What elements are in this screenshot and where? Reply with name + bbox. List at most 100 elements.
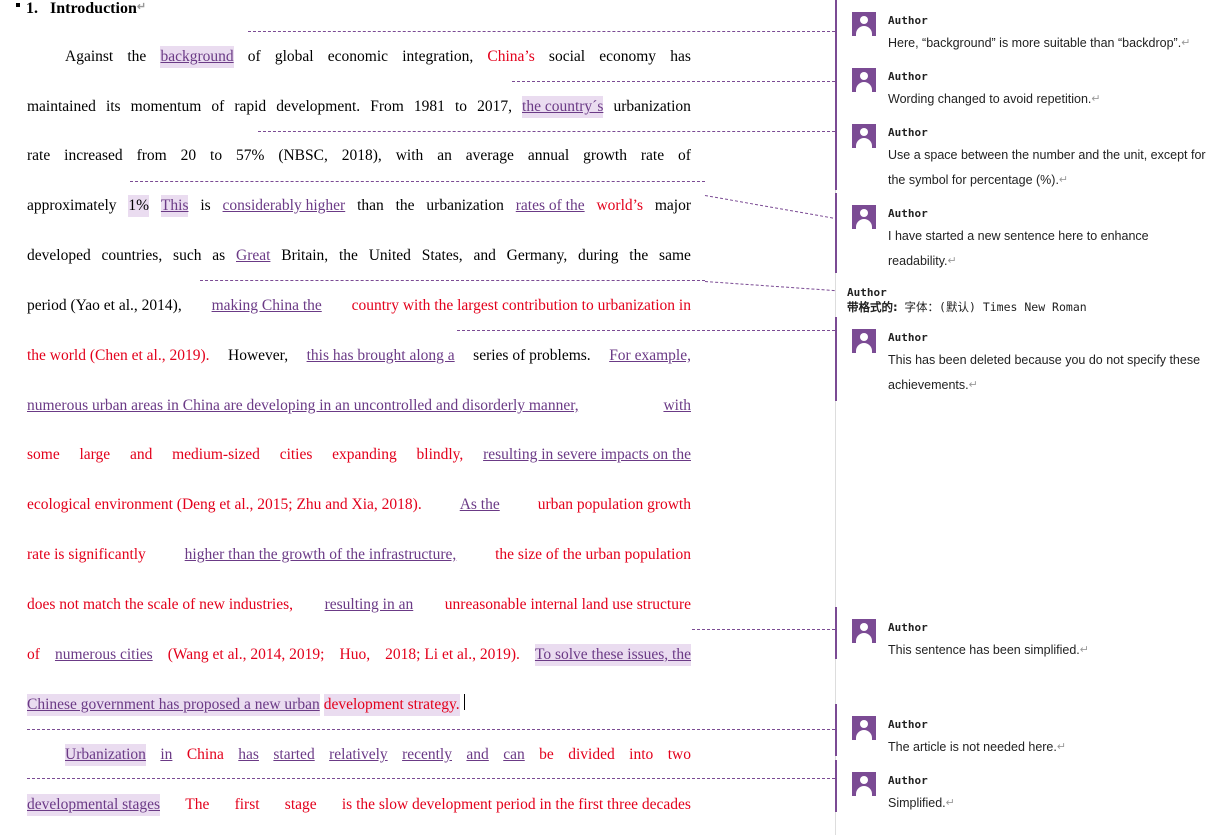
comment-connector [130, 181, 705, 182]
word: United [368, 247, 411, 264]
word: to [210, 147, 223, 164]
word: global [274, 48, 314, 65]
word: of [211, 98, 225, 115]
word: rate is significantly [27, 546, 146, 563]
word: rates of the [515, 197, 585, 214]
comment-bar [835, 704, 837, 756]
comment-balloon[interactable]: Author Here, “background” is more suitab… [835, 0, 1212, 56]
word: the world (Chen et al., 2019). [27, 347, 210, 364]
word: is [200, 197, 211, 214]
word: numerous cities [54, 646, 153, 663]
comment-balloon[interactable]: Author The article is not needed here. ↵ [835, 704, 1212, 756]
word: as [212, 247, 226, 264]
word: developed [27, 247, 91, 264]
text-line: period (Yao et al., 2014), making China t… [27, 295, 691, 317]
word: has [670, 48, 691, 65]
comment-text: Use a space between the number and the u… [888, 148, 1206, 187]
word: the [338, 247, 358, 264]
word: From [370, 98, 404, 115]
text-line: developmental stages The first stage is the … [27, 794, 691, 816]
word: series of problems. [473, 347, 591, 364]
comment-connector [704, 281, 835, 292]
comment-text: The article is not needed here. ↵ [888, 740, 1067, 754]
word: two [667, 746, 691, 763]
word: integration, [402, 48, 474, 65]
user-avatar-icon [852, 716, 876, 740]
word: divided [568, 746, 615, 763]
word: this has brought along a [306, 347, 455, 364]
user-avatar-icon [852, 205, 876, 229]
format-change-note[interactable]: Author 带格式的: 字体：(默认) Times New Roman [847, 286, 1087, 315]
text-line: Urbanization in China has started relatively r… [65, 744, 691, 766]
comment-connector [512, 81, 835, 82]
word: than [357, 197, 384, 214]
comment-balloon[interactable]: Author I have started a new sentence her… [835, 193, 1212, 273]
text-line: maintained its momentum of rapid development.… [27, 96, 691, 118]
word: To solve these issues, the [534, 644, 691, 666]
comment-balloon[interactable]: Author This has been deleted because you… [835, 317, 1212, 401]
word: 2018; Li et al., 2019). [385, 646, 520, 663]
word: major [654, 197, 691, 214]
word: has [238, 746, 259, 763]
comment-connector [27, 729, 835, 730]
word: States, [421, 247, 463, 264]
comment-balloon[interactable]: Author This sentence has been simplified… [835, 607, 1212, 659]
text-cursor [463, 694, 465, 710]
text-line: approximately 1% This is considerably higher… [27, 195, 691, 217]
word: and [473, 247, 496, 264]
comment-bar [835, 193, 837, 273]
document-page: 1. Introduction ↵ Against the background of g… [0, 0, 835, 835]
word: urban population growth [537, 496, 691, 513]
text-line: rate increased from 20 to 57% (NBSC, 2018), with… [27, 145, 691, 167]
word: (NBSC, [278, 147, 328, 164]
word: economy [599, 48, 657, 65]
word: 2018), [341, 147, 382, 164]
comment-bar [835, 0, 837, 56]
word: 57% [236, 147, 265, 164]
comment-connector [248, 31, 835, 32]
word: higher than the growth of the infrastruc… [184, 546, 457, 563]
comment-balloon[interactable]: Author Simplified. ↵ [835, 760, 1212, 812]
word: the country´s [522, 96, 604, 118]
word: unreasonable internal land use structure [444, 596, 691, 613]
heading-number: 1. [26, 0, 38, 17]
word: For example, [609, 347, 691, 364]
word: rapid [234, 98, 267, 115]
word: maintained [27, 98, 96, 115]
word: increased [64, 147, 123, 164]
heading-title: Introduction [50, 0, 137, 17]
comment-author: Author [888, 14, 928, 27]
word: of [678, 147, 691, 164]
word: 2017, [477, 98, 512, 115]
word: of [247, 48, 261, 65]
word: social [548, 48, 586, 65]
comment-connector [200, 280, 705, 281]
word: country with the largest contribution to… [351, 297, 691, 314]
word: 1% [128, 195, 150, 217]
user-avatar-icon [852, 619, 876, 643]
comment-text: This sentence has been simplified. ↵ [888, 643, 1089, 657]
comment-text: Simplified. ↵ [888, 796, 955, 810]
word: developmental stages [27, 794, 160, 816]
word: the [127, 48, 147, 65]
text-line: Chinese government has proposed a new ur… [27, 694, 691, 716]
comment-text: Wording changed to avoid repetition. ↵ [888, 92, 1101, 106]
paragraph-mark-icon: ↵ [136, 1, 147, 13]
comment-author: Author [888, 718, 928, 731]
word: does not match the scale of new industri… [27, 596, 294, 613]
word: considerably higher [222, 197, 346, 214]
word: with [395, 147, 424, 164]
word: annual [527, 147, 570, 164]
text-line: of numerous cities (Wang et al., 2014, 201… [27, 644, 691, 666]
user-avatar-icon [852, 329, 876, 353]
word: The [185, 796, 210, 813]
text-line: Against the background of global economic inte… [65, 46, 691, 68]
word: relatively [329, 746, 388, 763]
text-line: numerous urban areas in China are develo… [27, 395, 691, 417]
word: the size of the urban population [495, 546, 691, 563]
comment-connector [704, 195, 834, 219]
comment-balloon[interactable]: Author Use a space between the number an… [835, 112, 1212, 190]
word: to [454, 98, 468, 115]
comment-balloon[interactable]: Author Wording changed to avoid repetiti… [835, 56, 1212, 112]
format-note-text: 带格式的: 字体：(默认) Times New Roman [847, 300, 1087, 314]
